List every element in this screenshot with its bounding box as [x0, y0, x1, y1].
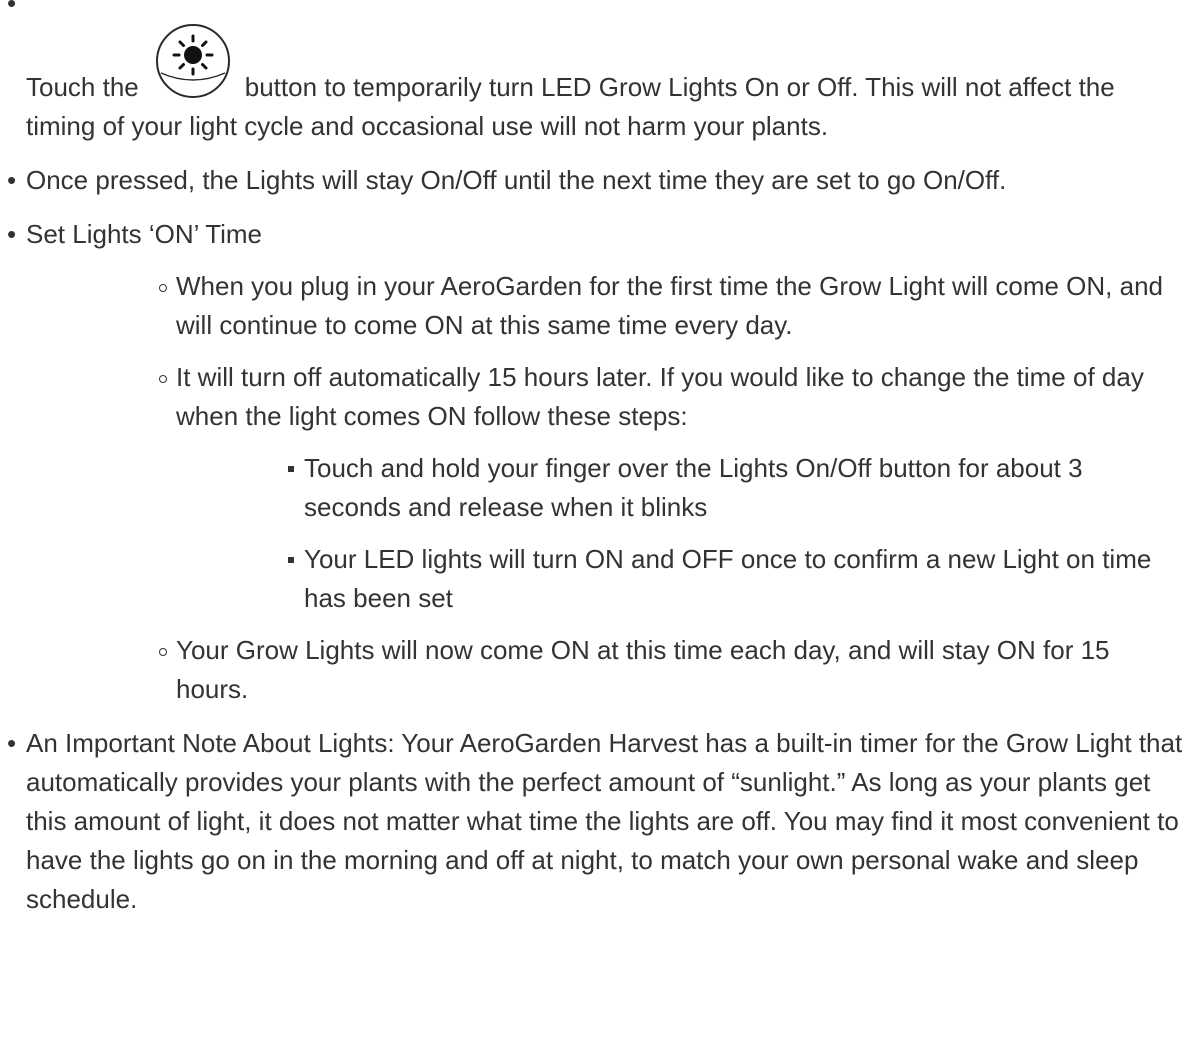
sublist-item-text: It will turn off automatically 15 hours … — [176, 362, 1144, 431]
step-item-text: Your LED lights will turn ON and OFF onc… — [304, 544, 1152, 613]
step-item-text: Touch and hold your finger over the Ligh… — [304, 453, 1083, 522]
list-item-important-note: An Important Note About Lights: Your Aer… — [0, 724, 1186, 919]
list-item-set-lights: Set Lights ‘ON’ Time When you plug in yo… — [0, 215, 1186, 709]
touch-before-text: Touch the — [26, 72, 139, 102]
list-item-light-button: Touch the button to temporarily t — [0, 0, 1186, 146]
set-lights-sublist: When you plug in your AeroGarden for the… — [26, 267, 1186, 709]
sublist-item-text: When you plug in your AeroGarden for the… — [176, 271, 1164, 340]
once-pressed-text: Once pressed, the Lights will stay On/Of… — [26, 165, 1007, 195]
instruction-list: Touch the button to temporarily t — [0, 0, 1186, 919]
sublist-item: It will turn off automatically 15 hours … — [154, 358, 1186, 618]
steps-list: Touch and hold your finger over the Ligh… — [176, 449, 1186, 618]
list-item-once-pressed: Once pressed, the Lights will stay On/Of… — [0, 161, 1186, 200]
sublist-item: When you plug in your AeroGarden for the… — [154, 267, 1186, 345]
sublist-item-text: Your Grow Lights will now come ON at thi… — [176, 635, 1110, 704]
step-item: Touch and hold your finger over the Ligh… — [284, 449, 1186, 527]
instructions-document: Touch the button to temporarily t — [0, 0, 1186, 919]
sublist-item: Your Grow Lights will now come ON at thi… — [154, 631, 1186, 709]
sun-icon — [153, 21, 233, 101]
important-note-text: An Important Note About Lights: Your Aer… — [26, 728, 1183, 914]
step-item: Your LED lights will turn ON and OFF onc… — [284, 540, 1186, 618]
set-lights-heading: Set Lights ‘ON’ Time — [26, 219, 263, 249]
